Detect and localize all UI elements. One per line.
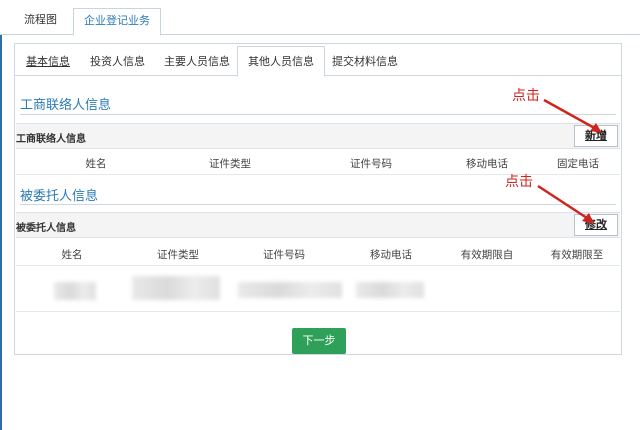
column-header: 固定电话 — [557, 158, 599, 170]
section-divider — [20, 114, 616, 115]
redacted-id-number — [238, 282, 342, 298]
contact-toolbar: 工商联络人信息 新增 — [16, 123, 620, 149]
column-header: 移动电话 — [466, 158, 508, 170]
next-step-button[interactable]: 下一步 — [292, 328, 346, 354]
column-header: 姓名 — [85, 158, 107, 170]
contact-toolbar-label: 工商联络人信息 — [16, 134, 86, 145]
click-callout: 点击 — [505, 174, 533, 190]
tab-flowchart[interactable]: 流程图 — [14, 8, 67, 35]
table-row[interactable] — [16, 268, 620, 312]
column-header: 证件类型 — [157, 249, 199, 261]
column-header: 证件号码 — [350, 158, 392, 170]
tab-enterprise-registration[interactable]: 企业登记业务 — [73, 8, 161, 36]
callout-arrow-icon — [537, 184, 594, 224]
column-header: 证件类型 — [209, 158, 251, 170]
column-header: 证件号码 — [263, 249, 305, 261]
delegate-toolbar: 被委托人信息 修改 — [16, 212, 620, 238]
section-divider — [20, 204, 616, 205]
redacted-mobile — [356, 282, 424, 298]
tab-other-personnel-info[interactable]: 其他人员信息 — [237, 46, 325, 77]
column-header: 有效期限自 — [460, 249, 514, 261]
delegate-table-header: 姓名 证件类型 证件号码 移动电话 有效期限自 有效期限至 — [16, 240, 620, 266]
column-header: 移动电话 — [370, 249, 412, 261]
redacted-name — [54, 282, 96, 300]
tab-submitted-materials-info[interactable]: 提交材料信息 — [324, 52, 406, 76]
redacted-id-type — [132, 276, 220, 300]
tab-investor-info[interactable]: 投资人信息 — [82, 52, 153, 76]
column-header: 有效期限至 — [550, 249, 604, 261]
column-header: 姓名 — [61, 249, 83, 261]
callout-arrow-icon — [543, 98, 602, 133]
left-rail — [0, 35, 2, 430]
outer-tab-bar: 流程图 企业登记业务 — [0, 0, 640, 36]
inner-tab-bar: 基本信息 投资人信息 主要人员信息 其他人员信息 提交材料信息 — [15, 44, 621, 77]
section-title-delegate: 被委托人信息 — [20, 189, 99, 204]
section-title-contact: 工商联络人信息 — [20, 98, 112, 113]
tab-basic-info[interactable]: 基本信息 — [18, 52, 78, 76]
delegate-toolbar-label: 被委托人信息 — [16, 223, 76, 234]
tab-key-personnel-info[interactable]: 主要人员信息 — [156, 52, 238, 76]
click-callout: 点击 — [512, 88, 540, 104]
